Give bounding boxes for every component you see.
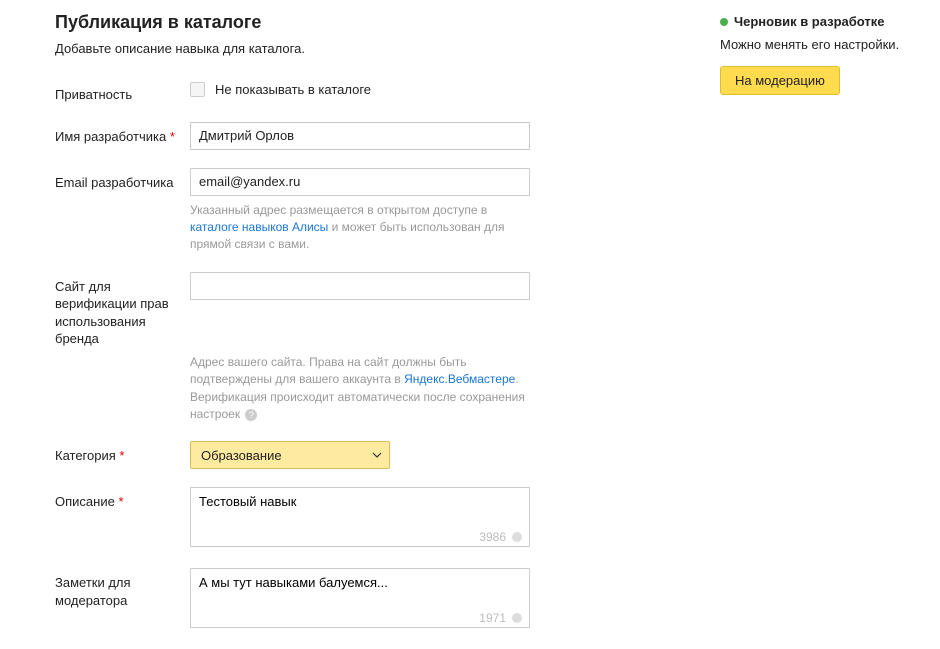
description-label: Описание * [55,487,190,511]
brand-site-help: Адрес вашего сайта. Права на сайт должны… [190,354,530,424]
privacy-label: Приватность [55,80,190,104]
main-form: Публикация в каталоге Добавьте описание … [0,12,720,649]
privacy-checkbox-label: Не показывать в каталоге [215,82,371,97]
webmaster-link[interactable]: Яндекс.Вебмастере [404,372,515,386]
privacy-checkbox[interactable] [190,82,205,97]
developer-name-label: Имя разработчика * [55,122,190,146]
moderation-button[interactable]: На модерацию [720,66,840,95]
catalog-link[interactable]: каталоге навыков Алисы [190,220,328,234]
brand-site-input[interactable] [190,272,530,300]
moderator-notes-counter: 1971 [479,611,522,625]
developer-email-input[interactable] [190,168,530,196]
page-title: Публикация в каталоге [55,12,680,33]
developer-email-help: Указанный адрес размещается в открытом д… [190,202,530,254]
status-text: Черновик в разработке [734,14,885,29]
category-value: Образование [201,448,282,463]
status-sub: Можно менять его настройки. [720,37,920,52]
status-dot-icon [720,18,728,26]
category-select[interactable]: Образование [190,441,390,469]
developer-email-label: Email разработчика [55,168,190,192]
moderator-notes-label: Заметки для модератора [55,568,190,609]
developer-name-input[interactable] [190,122,530,150]
sidebar: Черновик в разработке Можно менять его н… [720,12,920,95]
info-icon[interactable]: ? [245,409,257,421]
description-counter: 3986 [479,530,522,544]
brand-site-label: Сайт для верификации прав использования … [55,272,190,348]
page-subtitle: Добавьте описание навыка для каталога. [55,41,680,56]
category-label: Категория * [55,441,190,465]
